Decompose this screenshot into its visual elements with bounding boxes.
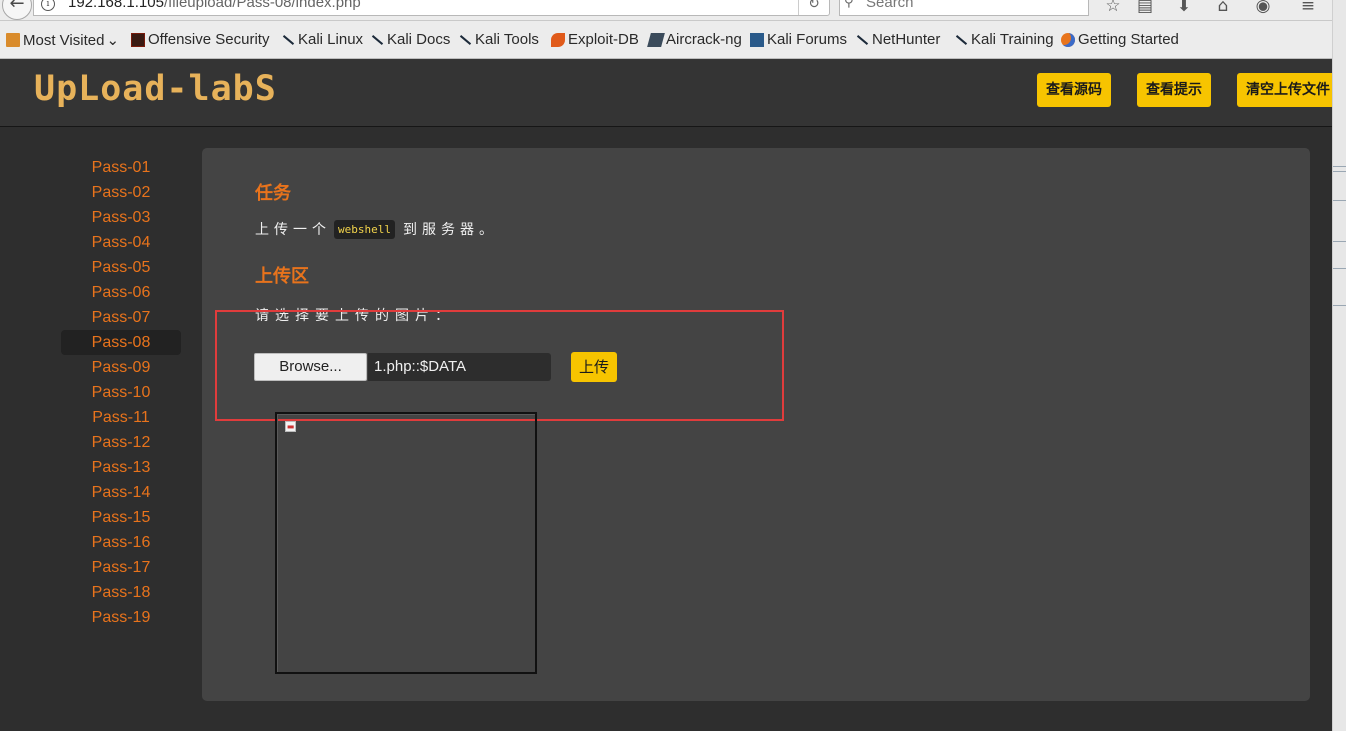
sidebar-item-pass-17[interactable]: Pass-17 [61, 555, 181, 580]
bookmark-label: Offensive Security [148, 31, 270, 48]
bookmark-kali-training[interactable]: Kali Training [954, 31, 1054, 48]
bookmark-kali-forums[interactable]: Kali Forums [750, 31, 847, 48]
highlight-box [215, 310, 784, 421]
bookmark-label: Most Visited [23, 31, 105, 49]
window-edge-strip [1332, 0, 1346, 731]
hamburger-menu-icon[interactable]: ≡ [1297, 0, 1319, 16]
download-arrow-icon[interactable]: ⬇ [1173, 0, 1195, 16]
folder-icon [6, 33, 20, 47]
kali-dragon-icon [370, 33, 384, 47]
view-source-button[interactable]: 查看源码 [1037, 73, 1111, 107]
bookmark-kali-tools[interactable]: Kali Tools [458, 31, 539, 48]
aircrack-icon [647, 32, 665, 47]
sidebar-item-pass-18[interactable]: Pass-18 [61, 580, 181, 605]
bookmark-nethunter[interactable]: NetHunter [855, 31, 940, 48]
sidebar-item-pass-11[interactable]: Pass-11 [61, 405, 181, 430]
sidebar-item-pass-13[interactable]: Pass-13 [61, 455, 181, 480]
sidebar-item-pass-02[interactable]: Pass-02 [61, 180, 181, 205]
bookmarks-toolbar: Most Visited ⌄ Offensive Security Kali L… [0, 21, 1332, 59]
bookmark-label: Kali Tools [475, 31, 539, 48]
sidebar-item-pass-06[interactable]: Pass-06 [61, 280, 181, 305]
firefox-icon [1061, 32, 1075, 47]
sidebar-item-pass-12[interactable]: Pass-12 [61, 430, 181, 455]
url-bar[interactable]: i 192.168.1.105/fileupload/Pass-08/index… [33, 0, 830, 16]
browser-toolbar: ← i 192.168.1.105/fileupload/Pass-08/ind… [0, 0, 1332, 21]
search-field[interactable]: ⚲ Search [839, 0, 1089, 16]
task-heading: 任务 [255, 183, 291, 204]
bookmark-kali-linux[interactable]: Kali Linux [281, 31, 363, 48]
info-icon[interactable]: i [41, 0, 55, 11]
sidebar-item-pass-03[interactable]: Pass-03 [61, 205, 181, 230]
bookmark-kali-docs[interactable]: Kali Docs [370, 31, 450, 48]
bookmark-label: Getting Started [1078, 31, 1179, 48]
kali-forums-icon [750, 32, 764, 47]
bookmark-exploit-db[interactable]: Exploit-DB [551, 31, 639, 48]
sidebar-item-pass-09[interactable]: Pass-09 [61, 355, 181, 380]
kali-dragon-icon [281, 33, 295, 47]
kali-dragon-icon [855, 33, 869, 47]
kali-dragon-icon [954, 33, 968, 47]
sidebar-item-pass-15[interactable]: Pass-15 [61, 505, 181, 530]
sidebar-nav: Pass-01 Pass-02 Pass-03 Pass-04 Pass-05 … [61, 155, 181, 630]
bookmark-label: Kali Forums [767, 31, 848, 48]
chevron-down-icon: ⌄ [106, 32, 120, 49]
sidebar-item-pass-05[interactable]: Pass-05 [61, 255, 181, 280]
sidebar-item-pass-07[interactable]: Pass-07 [61, 305, 181, 330]
task-text-after: 到服务器。 [402, 222, 498, 238]
site-header: UpLoad-labS 查看源码 查看提示 清空上传文件 [0, 59, 1332, 127]
bookmark-most-visited[interactable]: Most Visited ⌄ [6, 31, 119, 49]
sidebar-item-pass-16[interactable]: Pass-16 [61, 530, 181, 555]
url-text: 192.168.1.105/fileupload/Pass-08/index.p… [68, 0, 361, 11]
sidebar-item-pass-10[interactable]: Pass-10 [61, 380, 181, 405]
webshell-code: webshell [334, 219, 395, 239]
reload-icon[interactable]: ↻ [798, 0, 829, 15]
broken-image-icon: ▬ [285, 421, 296, 432]
search-placeholder: Search [866, 0, 914, 11]
reading-list-icon[interactable]: ▤ [1134, 0, 1156, 16]
home-icon[interactable]: ⌂ [1212, 0, 1234, 16]
bookmark-label: Kali Linux [298, 31, 364, 48]
site-logo[interactable]: UpLoad-labS [34, 69, 277, 109]
bookmark-star-icon[interactable]: ☆ [1102, 0, 1124, 16]
clear-uploads-button[interactable]: 清空上传文件 [1237, 73, 1332, 107]
view-hint-button[interactable]: 查看提示 [1137, 73, 1211, 107]
task-description: 上传一个 webshell 到服务器。 [255, 219, 498, 239]
bookmark-aircrack-ng[interactable]: Aircrack-ng [647, 31, 742, 48]
bookmark-label: Exploit-DB [568, 31, 639, 48]
exploitdb-icon [551, 32, 565, 47]
back-arrow-icon[interactable]: ← [2, 0, 32, 20]
bookmark-label: Aircrack-ng [666, 31, 742, 48]
kali-dragon-icon [458, 33, 472, 47]
sidebar-item-pass-04[interactable]: Pass-04 [61, 230, 181, 255]
sidebar-item-pass-14[interactable]: Pass-14 [61, 480, 181, 505]
bookmark-getting-started[interactable]: Getting Started [1061, 31, 1179, 48]
upload-heading: 上传区 [255, 266, 309, 287]
sidebar-item-pass-08[interactable]: Pass-08 [61, 330, 181, 355]
search-icon: ⚲ [844, 0, 854, 10]
sidebar-item-pass-01[interactable]: Pass-01 [61, 155, 181, 180]
bookmark-label: Kali Training [971, 31, 1054, 48]
offsec-icon [131, 32, 145, 47]
bookmark-label: NetHunter [872, 31, 941, 48]
bookmark-offensive-security[interactable]: Offensive Security [131, 31, 269, 48]
task-text-before: 上传一个 [255, 222, 331, 238]
sidebar-item-pass-19[interactable]: Pass-19 [61, 605, 181, 630]
pocket-icon[interactable]: ◉ [1252, 0, 1274, 16]
bookmark-label: Kali Docs [387, 31, 451, 48]
image-preview: ▬ [275, 412, 537, 674]
